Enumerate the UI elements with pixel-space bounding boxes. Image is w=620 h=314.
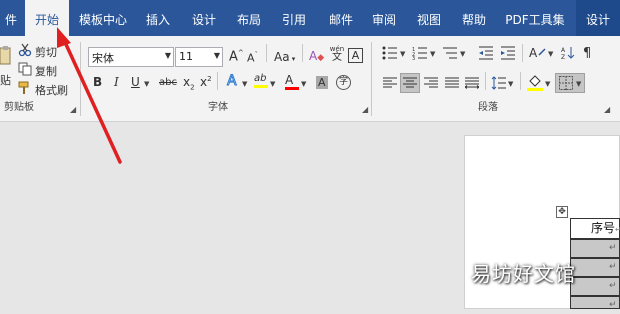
annotation-arrow: [57, 27, 122, 164]
